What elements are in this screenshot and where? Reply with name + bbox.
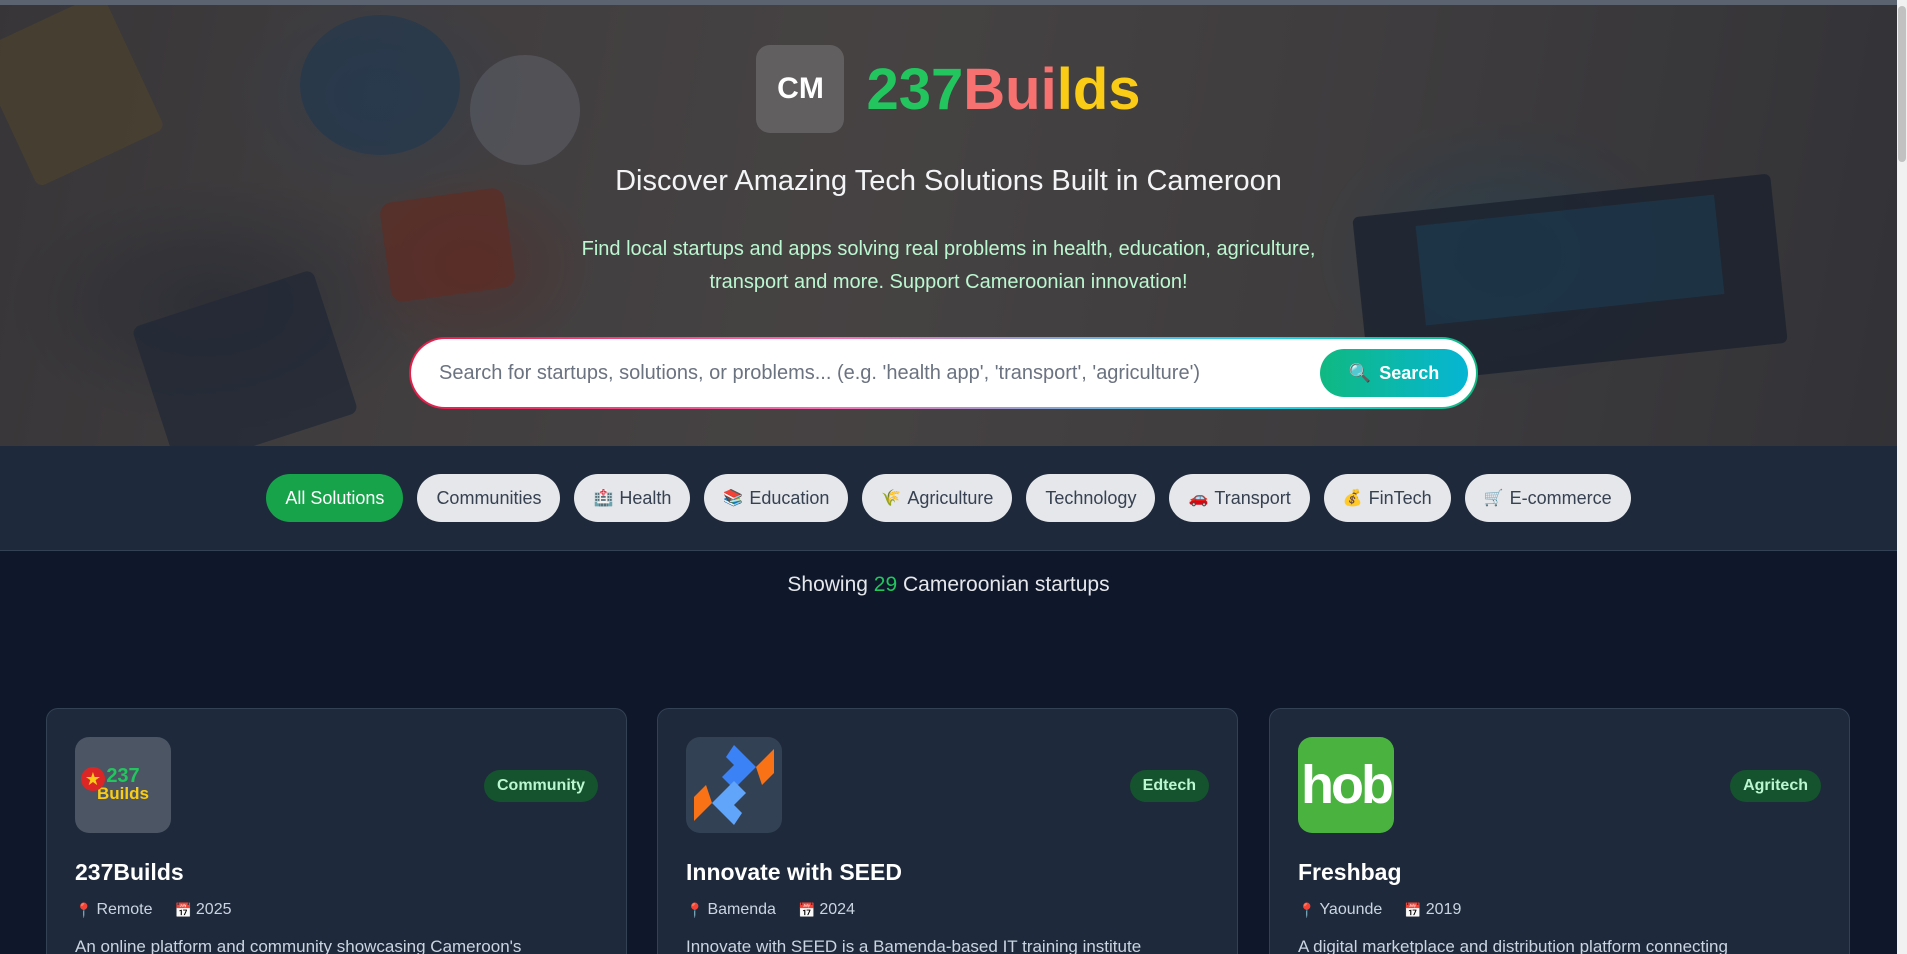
logo-text-bottom: Builds bbox=[97, 784, 149, 803]
startup-card[interactable]: Edtech Innovate with SEED 📍 Bamenda 📅 20… bbox=[657, 708, 1238, 954]
results-count-number: 29 bbox=[873, 573, 898, 596]
location-meta: 📍 Bamenda bbox=[686, 901, 776, 919]
filter-chip-label: Communities bbox=[436, 487, 542, 508]
hospital-icon: 🏥 bbox=[593, 490, 614, 507]
books-icon: 📚 bbox=[723, 490, 744, 507]
year-meta: 📅 2025 bbox=[174, 901, 231, 919]
filter-chip-label: FinTech bbox=[1368, 487, 1432, 508]
results-prefix: Showing bbox=[787, 573, 868, 596]
startup-description: Innovate with SEED is a Bamenda-based IT… bbox=[686, 937, 1142, 954]
filter-chip-communities[interactable]: Communities bbox=[417, 474, 561, 522]
hero-subtitle: Find local startups and apps solving rea… bbox=[581, 238, 1316, 293]
hero-title: Discover Amazing Tech Solutions Built in… bbox=[615, 165, 1282, 197]
location-text: Bamenda bbox=[707, 901, 776, 918]
startup-description: An online platform and community showcas… bbox=[75, 937, 522, 954]
pin-icon: 📍 bbox=[1298, 901, 1316, 918]
calendar-icon: 📅 bbox=[797, 901, 816, 918]
pin-icon: 📍 bbox=[686, 901, 704, 918]
page: CM 237Builds Discover Amazing Tech Solut… bbox=[0, 0, 1897, 954]
seed-logo-icon bbox=[694, 745, 774, 825]
scrollbar-thumb[interactable] bbox=[1898, 6, 1906, 162]
category-badge: Agritech bbox=[1730, 770, 1821, 802]
filter-chip-label: Health bbox=[619, 487, 672, 508]
category-badge: Community bbox=[484, 770, 598, 802]
filter-chip-ecommerce[interactable]: 🛒 E-commerce bbox=[1464, 474, 1631, 522]
filter-chip-label: All Solutions bbox=[285, 487, 385, 508]
search-button[interactable]: 🔍 Search bbox=[1320, 349, 1468, 397]
filter-chip-label: Technology bbox=[1045, 487, 1137, 508]
location-meta: 📍 Remote bbox=[75, 901, 152, 919]
startup-meta: 📍 Bamenda 📅 2024 bbox=[686, 901, 855, 919]
category-badge: Edtech bbox=[1129, 770, 1209, 802]
filter-chip-label: Education bbox=[749, 487, 830, 508]
wheat-icon: 🌾 bbox=[881, 490, 902, 507]
filter-chip-all-solutions[interactable]: All Solutions bbox=[266, 474, 404, 522]
logo-text-top: 237 bbox=[106, 765, 140, 787]
year-text: 2024 bbox=[819, 901, 855, 918]
location-meta: 📍 Yaounde bbox=[1298, 901, 1382, 919]
shopping-cart-icon: 🛒 bbox=[1483, 490, 1504, 507]
brand-text-green: 237 bbox=[866, 56, 964, 122]
year-meta: 📅 2019 bbox=[1404, 901, 1461, 919]
filter-chip-transport[interactable]: 🚗 Transport bbox=[1169, 474, 1310, 522]
search-bar: 🔍 Search bbox=[409, 337, 1478, 409]
search-input[interactable] bbox=[439, 361, 1319, 385]
calendar-icon: 📅 bbox=[1404, 901, 1422, 918]
startup-card[interactable]: ★ 237 Builds Community 237Builds 📍 Remot… bbox=[46, 708, 627, 954]
startup-card[interactable]: hob Agritech Freshbag 📍 Yaounde 📅 2019 A… bbox=[1269, 708, 1850, 954]
startup-meta: 📍 Remote 📅 2025 bbox=[75, 901, 232, 919]
brand-text-red: Bui bbox=[963, 56, 1057, 122]
filter-chip-agriculture[interactable]: 🌾 Agriculture bbox=[862, 474, 1013, 522]
startup-meta: 📍 Yaounde 📅 2019 bbox=[1298, 901, 1461, 919]
category-filter-bar: All Solutions Communities 🏥 Health 📚 Edu… bbox=[0, 446, 1897, 551]
star-icon: ★ bbox=[81, 767, 105, 791]
filter-chip-education[interactable]: 📚 Education bbox=[704, 474, 849, 522]
startup-description: A digital marketplace and distribution p… bbox=[1298, 937, 1728, 954]
brand-logo-text[interactable]: 237Builds bbox=[866, 56, 1140, 123]
startup-name[interactable]: Innovate with SEED bbox=[686, 859, 902, 886]
year-meta: 📅 2024 bbox=[798, 901, 855, 919]
brand-header: CM 237Builds bbox=[0, 45, 1897, 133]
search-icon: 🔍 bbox=[1348, 362, 1372, 383]
car-icon: 🚗 bbox=[1188, 490, 1209, 507]
year-text: 2025 bbox=[195, 901, 232, 918]
results-count: Showing 29 Cameroonian startups bbox=[0, 573, 1897, 597]
startup-name[interactable]: 237Builds bbox=[75, 859, 184, 886]
cm-logo-badge: CM bbox=[756, 45, 845, 133]
search-bar-inner: 🔍 Search bbox=[411, 339, 1476, 407]
calendar-icon: 📅 bbox=[174, 901, 192, 918]
filter-chip-label: Agriculture bbox=[907, 487, 994, 508]
startup-logo bbox=[686, 737, 782, 833]
results-suffix: Cameroonian startups bbox=[903, 573, 1110, 596]
startup-name[interactable]: Freshbag bbox=[1298, 859, 1402, 886]
search-button-label: Search bbox=[1379, 362, 1440, 383]
filter-chip-label: Transport bbox=[1214, 487, 1291, 508]
year-text: 2019 bbox=[1425, 901, 1462, 918]
location-text: Yaounde bbox=[1319, 901, 1383, 918]
money-bag-icon: 💰 bbox=[1342, 490, 1363, 507]
startup-logo: ★ 237 Builds bbox=[75, 737, 171, 833]
brand-text-yellow: lds bbox=[1056, 56, 1141, 122]
filter-chip-technology[interactable]: Technology bbox=[1026, 474, 1156, 522]
location-text: Remote bbox=[96, 901, 153, 918]
filter-chip-health[interactable]: 🏥 Health bbox=[574, 474, 691, 522]
filter-chip-label: E-commerce bbox=[1509, 487, 1612, 508]
startup-logo: hob bbox=[1298, 737, 1394, 833]
hero-section: CM 237Builds Discover Amazing Tech Solut… bbox=[0, 5, 1897, 446]
pin-icon: 📍 bbox=[75, 901, 93, 918]
filter-chip-fintech[interactable]: 💰 FinTech bbox=[1323, 474, 1451, 522]
